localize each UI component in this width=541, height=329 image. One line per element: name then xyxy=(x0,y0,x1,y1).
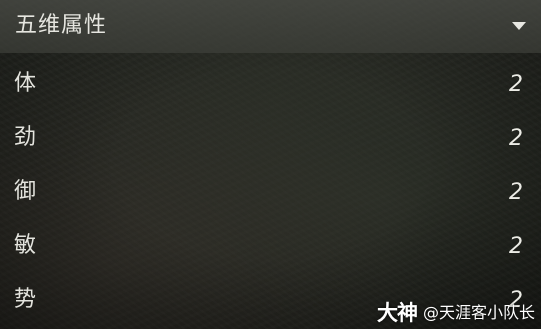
attribute-label: 御 xyxy=(14,179,37,204)
attribute-row-min: 敏 2 xyxy=(0,215,541,269)
attribute-value: 2 xyxy=(509,72,523,97)
attribute-list: 体 2 劲 2 御 2 敏 2 势 2 xyxy=(0,53,541,323)
attribute-row-jin: 劲 2 xyxy=(0,107,541,161)
panel-title: 五维属性 xyxy=(15,13,108,38)
attribute-row-yu: 御 2 xyxy=(0,161,541,215)
attribute-value: 2 xyxy=(509,180,523,205)
attribute-label: 体 xyxy=(14,71,37,96)
attribute-label: 敏 xyxy=(14,233,37,258)
attribute-label: 势 xyxy=(14,287,37,312)
watermark-author: @天涯客小队长 xyxy=(422,303,535,322)
watermark: 大神 @天涯客小队长 xyxy=(377,299,535,327)
triangle-down-icon[interactable] xyxy=(511,20,527,32)
attribute-row-ti: 体 2 xyxy=(0,53,541,107)
attribute-panel: 五维属性 体 2 劲 2 御 2 敏 2 势 2 xyxy=(0,0,541,329)
attribute-value: 2 xyxy=(509,234,523,259)
attribute-value: 2 xyxy=(509,126,523,151)
watermark-logo: 大神 xyxy=(376,301,418,325)
attribute-label: 劲 xyxy=(14,125,37,150)
panel-header[interactable]: 五维属性 xyxy=(0,0,541,53)
